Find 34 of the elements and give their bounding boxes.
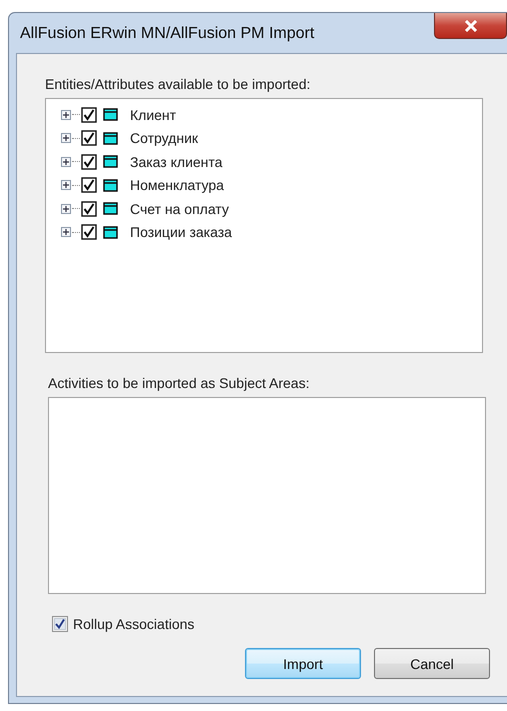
tree-item[interactable]: Сотрудник — [130, 130, 198, 146]
checkbox[interactable] — [81, 177, 97, 194]
table-icon — [103, 132, 118, 145]
cancel-button[interactable]: Cancel — [374, 648, 490, 679]
entity-tree[interactable]: Клиент Сотрудник Заказ клиента Номенклатура Счет на оплату Позиции заказа — [45, 98, 483, 353]
table-icon — [103, 226, 118, 239]
section-label: Activities to be imported as Subject Areas: — [48, 375, 310, 391]
checkbox[interactable] — [81, 200, 97, 217]
checkbox[interactable] — [81, 106, 97, 123]
tree-item[interactable]: Заказ клиента — [130, 154, 222, 170]
checkbox[interactable] — [81, 154, 97, 170]
close-button[interactable] — [434, 13, 507, 39]
tree-item[interactable]: Позиции заказа — [130, 224, 232, 240]
checkbox-label[interactable]: Rollup Associations — [73, 616, 194, 632]
expand-icon[interactable] — [61, 110, 71, 120]
table-icon — [103, 155, 118, 168]
expand-icon[interactable] — [61, 180, 71, 190]
expand-icon[interactable] — [61, 227, 71, 238]
section-label: Entities/Attributes available to be imported: — [45, 76, 312, 92]
checkbox[interactable] — [81, 130, 97, 146]
table-icon — [103, 108, 118, 122]
expand-icon[interactable] — [61, 204, 71, 214]
tree-item[interactable]: Номенклатура — [130, 177, 224, 194]
checkbox[interactable] — [81, 224, 97, 240]
tree-item[interactable]: Счет на оплату — [130, 200, 229, 217]
window-title: AllFusion ERwin MN/AllFusion PM Import — [20, 25, 314, 43]
expand-icon[interactable] — [61, 156, 71, 167]
expand-icon[interactable] — [61, 133, 71, 144]
import-button[interactable]: Import — [245, 648, 361, 679]
tree-item[interactable]: Клиент — [130, 106, 176, 123]
checkbox[interactable] — [52, 616, 68, 632]
table-icon — [103, 202, 118, 216]
close-icon — [462, 20, 478, 32]
table-icon — [103, 178, 118, 192]
